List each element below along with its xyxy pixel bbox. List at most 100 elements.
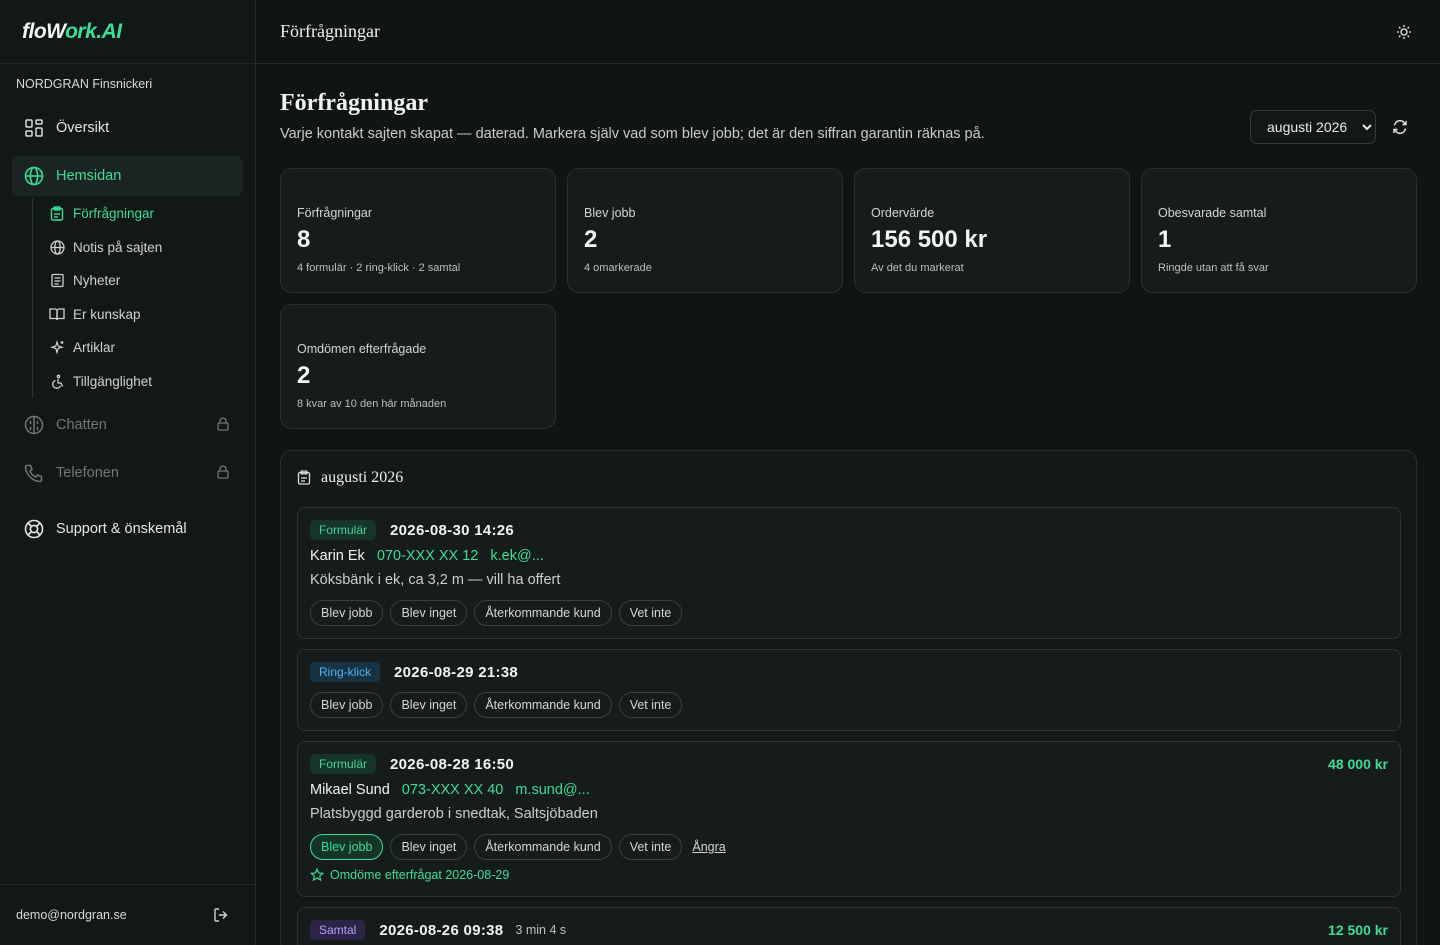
card-header: Ring-klick 2026-08-29 21:38	[310, 662, 518, 682]
stat-value: 156 500 kr	[871, 226, 988, 253]
outcome-actions: Blev jobb Blev inget Återkommande kund V…	[310, 600, 689, 626]
clipboard-icon	[49, 205, 65, 221]
contact-name: Mikael Sund	[310, 782, 390, 798]
stat-note: 8 kvar av 10 den här månaden	[297, 398, 447, 410]
inquiry-datetime: 2026-08-30 14:26	[390, 521, 515, 539]
mark-nothing-button[interactable]: Blev inget	[390, 692, 468, 718]
sidebar: floWork.AI NORDGRAN Finsnickeri Översikt…	[0, 0, 256, 945]
nav-chat[interactable]: Chatten	[12, 405, 243, 445]
page-title: Förfrågningar	[280, 90, 428, 116]
stat-value: 2	[297, 362, 311, 389]
order-amount: 12 500 kr	[1328, 922, 1388, 938]
brain-icon	[24, 415, 44, 435]
mark-job-button[interactable]: Blev jobb	[310, 600, 384, 626]
stat-note: 4 omarkerade	[584, 262, 652, 274]
website-subnav: Förfrågningar Notis på sajten Nyheter Er…	[32, 198, 242, 398]
nav-website[interactable]: Hemsidan	[12, 156, 243, 196]
contact-phone-link[interactable]: 073-XXX XX 40	[402, 782, 504, 798]
card-header: Formulär 2026-08-30 14:26	[310, 520, 514, 540]
inquiry-card: Formulär 2026-08-30 14:26 Karin Ek 070-X…	[297, 507, 1401, 639]
list-heading-label: augusti 2026	[321, 469, 404, 486]
main-content: Förfrågningar Varje kontakt sajten skapa…	[280, 64, 1417, 945]
inquiry-datetime: 2026-08-29 21:38	[394, 663, 519, 681]
mark-returning-button[interactable]: Återkommande kund	[474, 692, 612, 718]
nav-phone[interactable]: Telefonen	[12, 453, 243, 493]
undo-link[interactable]: Ångra	[692, 840, 725, 854]
stat-label: Ordervärde	[871, 206, 935, 220]
page-subtitle: Varje kontakt sajten skapat — daterad. M…	[280, 126, 985, 142]
mark-job-button[interactable]: Blev jobb	[310, 834, 384, 860]
mark-unknown-button[interactable]: Vet inte	[618, 600, 683, 626]
inquiry-message: Platsbyggd garderob i snedtak, Saltsjöba…	[310, 806, 598, 822]
type-badge: Formulär	[310, 754, 377, 774]
mark-nothing-button[interactable]: Blev inget	[390, 834, 468, 860]
mark-unknown-button[interactable]: Vet inte	[618, 834, 683, 860]
order-amount: 48 000 kr	[1328, 756, 1388, 772]
logout-icon[interactable]	[209, 903, 233, 927]
stat-label: Omdömen efterfrågade	[297, 342, 427, 356]
contact-row: Karin Ek 070-XXX XX 12 k.ek@...	[310, 548, 556, 564]
mark-returning-button[interactable]: Återkommande kund	[474, 834, 612, 860]
subnav-site-notice[interactable]: Notis på sajten	[41, 232, 236, 262]
stat-card-reviews-requested: Omdömen efterfrågade 2 8 kvar av 10 den …	[280, 304, 556, 429]
stat-card-order-value: Ordervärde 156 500 kr Av det du markerat	[854, 168, 1130, 293]
type-badge: Samtal	[310, 920, 366, 940]
nav-overview[interactable]: Översikt	[12, 108, 243, 148]
mark-nothing-button[interactable]: Blev inget	[390, 600, 468, 626]
lifebuoy-icon	[24, 519, 44, 539]
nav-chat-label: Chatten	[56, 417, 107, 433]
inquiry-datetime: 2026-08-26 09:38	[379, 921, 504, 939]
month-select[interactable]: augusti 2026	[1250, 110, 1376, 144]
nav-support[interactable]: Support & önskemål	[12, 509, 243, 549]
subnav-inquiries[interactable]: Förfrågningar	[41, 198, 236, 228]
top-header: Förfrågningar	[256, 0, 1440, 64]
contact-phone-link[interactable]: 070-XXX XX 12	[377, 548, 479, 564]
book-open-icon	[49, 306, 65, 322]
outcome-actions: Blev jobb Blev inget Återkommande kund V…	[310, 692, 689, 718]
inquiry-card: Formulär 2026-08-28 16:50 48 000 kr Mika…	[297, 741, 1401, 897]
type-badge: Ring-klick	[310, 662, 381, 682]
stat-card-missed-calls: Obesvarade samtal 1 Ringde utan att få s…	[1141, 168, 1417, 293]
stat-card-inquiries: Förfrågningar 8 4 formulär · 2 ring-klic…	[280, 168, 556, 293]
mark-unknown-button[interactable]: Vet inte	[618, 692, 683, 718]
globe-icon	[49, 239, 65, 255]
user-email: demo@nordgran.se	[16, 908, 127, 922]
newspaper-icon	[49, 272, 65, 288]
subnav-knowledge[interactable]: Er kunskap	[41, 299, 236, 329]
mark-job-button[interactable]: Blev jobb	[310, 692, 384, 718]
stat-label: Förfrågningar	[297, 206, 373, 220]
subnav-articles-label: Artiklar	[73, 339, 116, 355]
subnav-accessibility-label: Tillgänglighet	[73, 373, 153, 389]
lock-icon	[217, 417, 231, 433]
subnav-accessibility[interactable]: Tillgänglighet	[41, 366, 236, 396]
stat-note: Av det du markerat	[871, 262, 964, 274]
stat-card-became-jobs: Blev jobb 2 4 omarkerade	[567, 168, 843, 293]
subnav-articles[interactable]: Artiklar	[41, 332, 236, 362]
nav-support-label: Support & önskemål	[56, 521, 187, 537]
mark-returning-button[interactable]: Återkommande kund	[474, 600, 612, 626]
review-requested-label: Omdöme efterfrågat 2026-08-29	[330, 868, 510, 882]
inquiry-card: Samtal 2026-08-26 09:38 3 min 4 s 12 500…	[297, 907, 1401, 945]
phone-icon	[24, 463, 44, 483]
contact-email-link[interactable]: k.ek@...	[490, 548, 543, 564]
inquiry-card: Ring-klick 2026-08-29 21:38 Blev jobb Bl…	[297, 649, 1401, 731]
accessibility-icon	[49, 373, 65, 389]
refresh-icon[interactable]	[1388, 115, 1412, 139]
theme-toggle-sun-icon[interactable]	[1392, 20, 1416, 44]
card-header: Formulär 2026-08-28 16:50	[310, 754, 514, 774]
contact-email-link[interactable]: m.sund@...	[515, 782, 589, 798]
list-heading: augusti 2026	[297, 469, 403, 487]
clipboard-icon	[297, 470, 313, 486]
subnav-site-notice-label: Notis på sajten	[73, 239, 163, 255]
stat-label: Obesvarade samtal	[1158, 206, 1267, 220]
stat-value: 8	[297, 226, 311, 253]
lock-icon	[217, 465, 231, 481]
subnav-inquiries-label: Förfrågningar	[73, 205, 155, 221]
review-requested: Omdöme efterfrågat 2026-08-29	[310, 868, 509, 882]
contact-name: Karin Ek	[310, 548, 365, 564]
stat-value: 1	[1158, 226, 1172, 253]
subnav-news[interactable]: Nyheter	[41, 265, 236, 295]
app-logo[interactable]: floWork.AI	[22, 20, 122, 44]
call-duration: 3 min 4 s	[515, 923, 567, 937]
grid-icon	[24, 118, 44, 138]
